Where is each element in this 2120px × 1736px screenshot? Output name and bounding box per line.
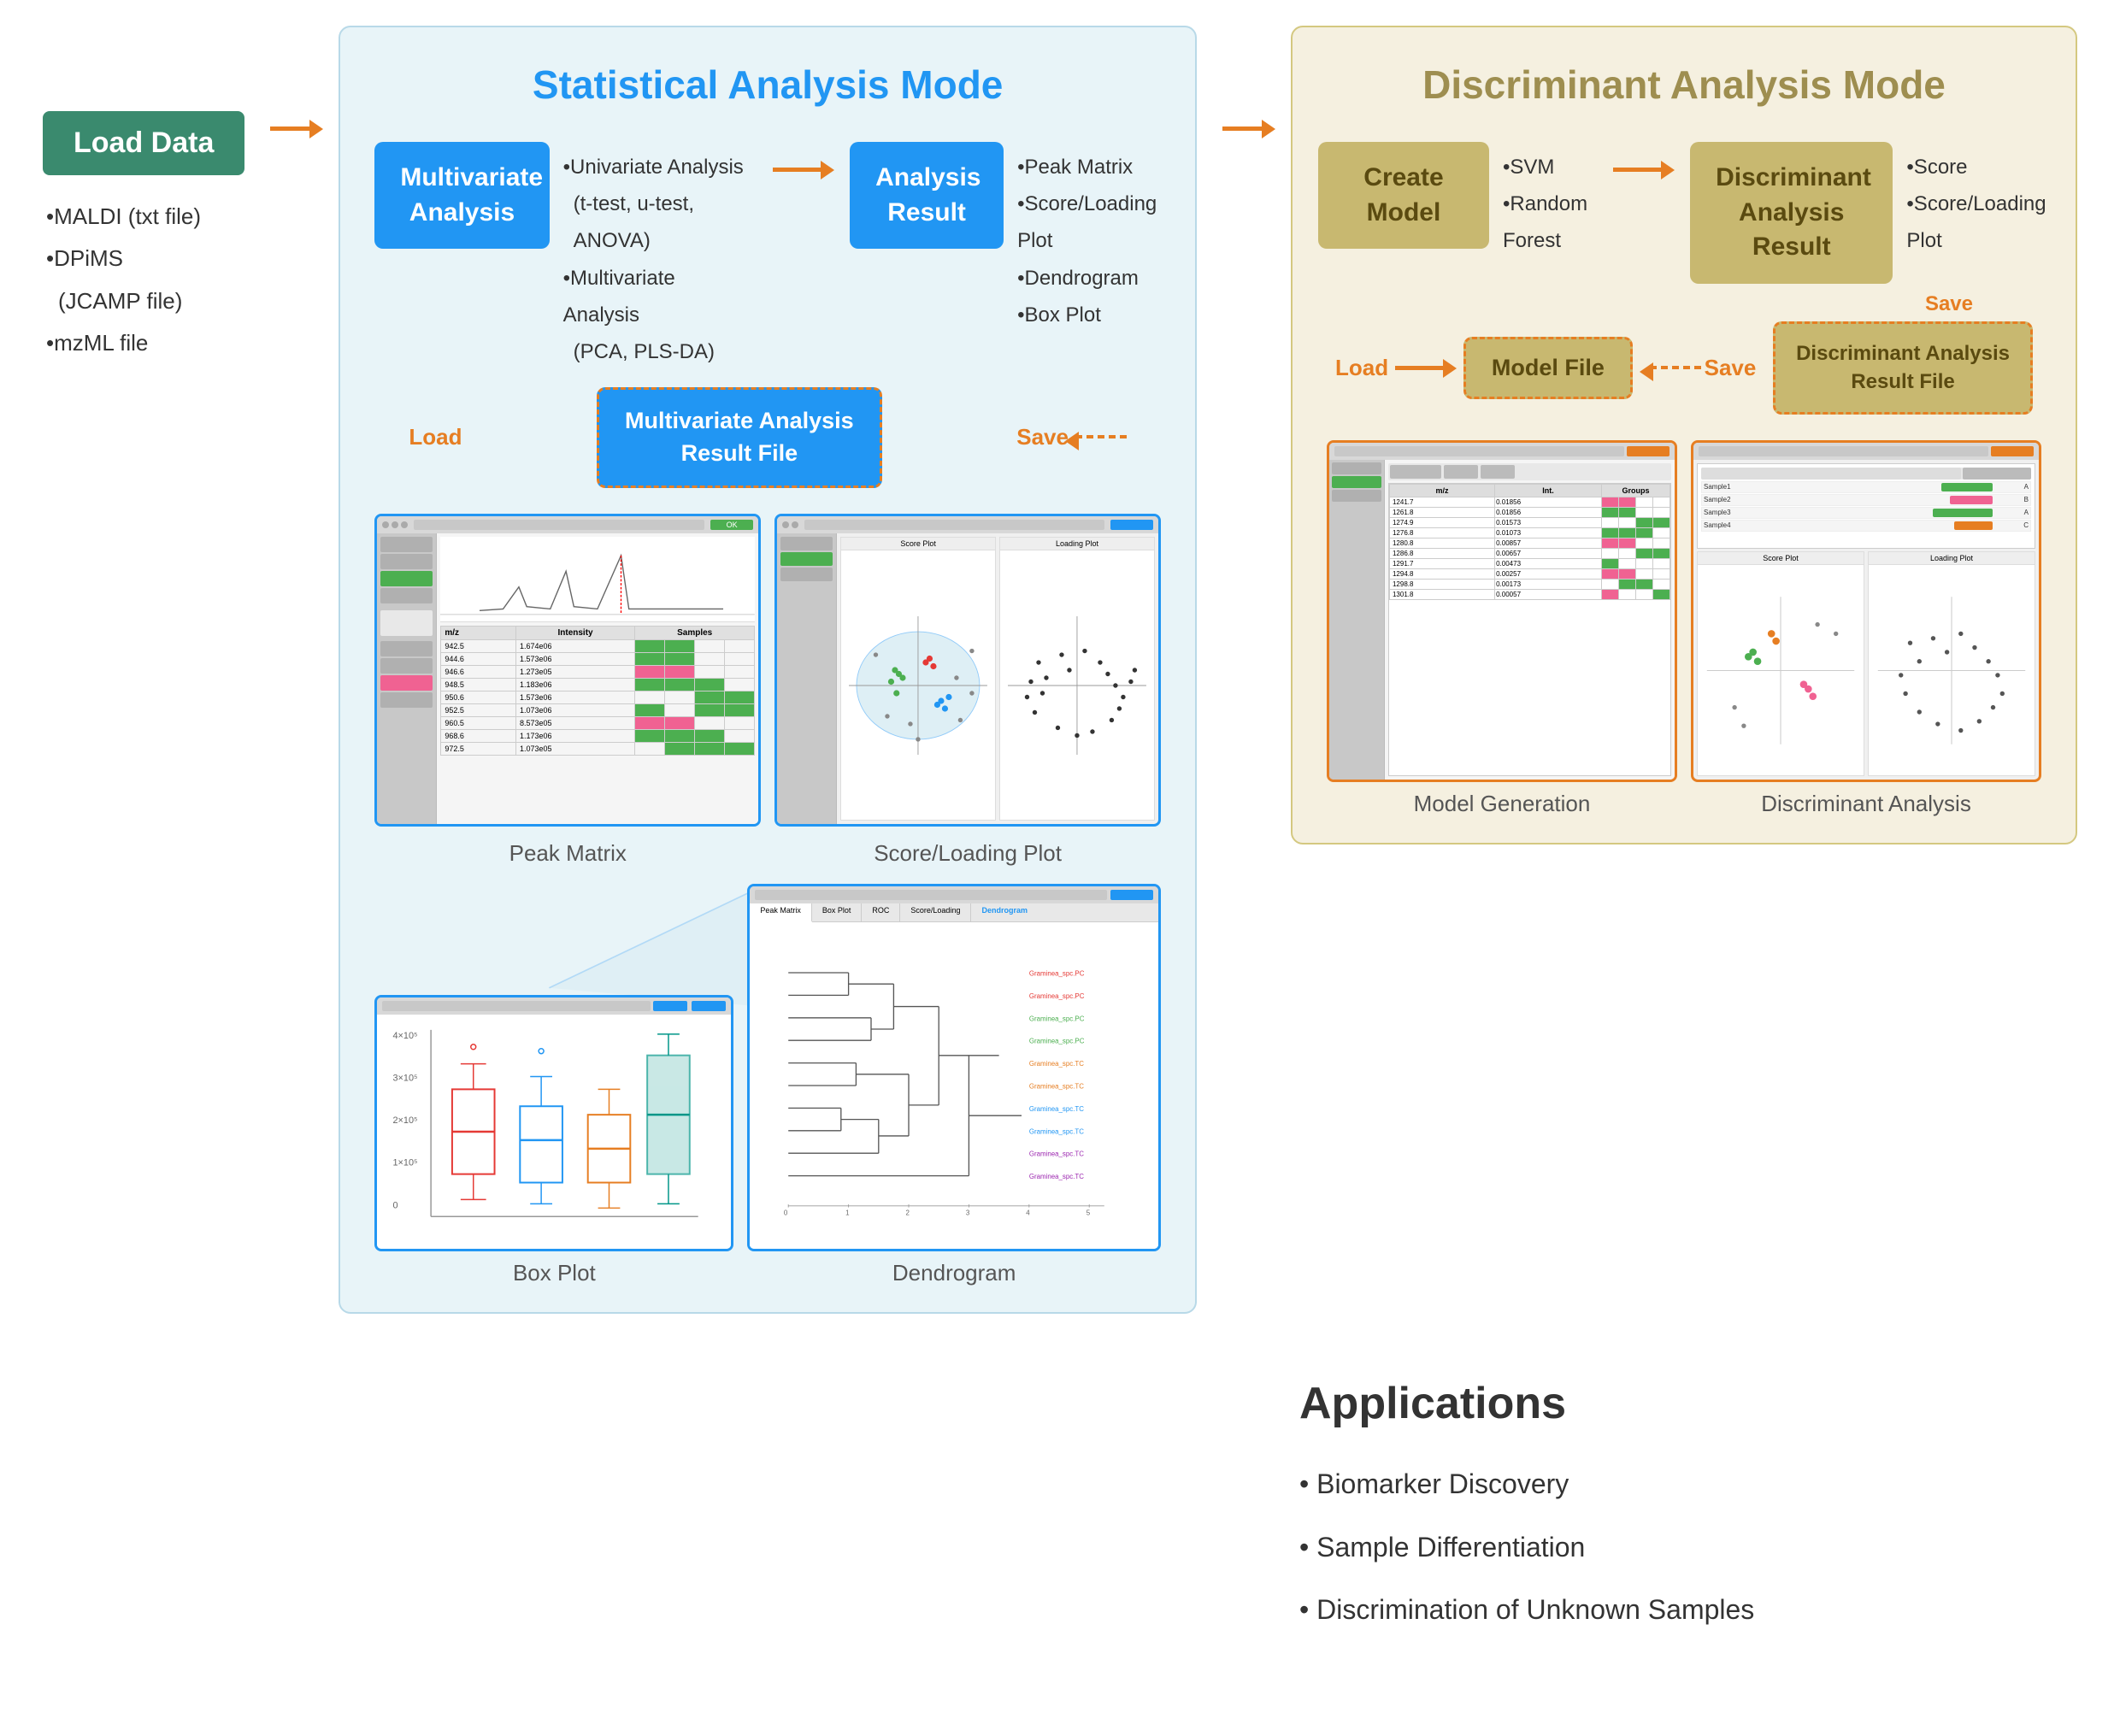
svg-text:Graminea_spc.PC: Graminea_spc.PC (1029, 1015, 1085, 1022)
load-data-item-4: •mzML file (46, 322, 201, 364)
svg-text:4×10⁵: 4×10⁵ (393, 1031, 418, 1041)
save-label-disc-top: Save (1925, 292, 1973, 316)
model-generation-screenshot: m/z Int. Groups 1241.70.01856 1261.80.01… (1327, 440, 1677, 782)
save-label-disc: Save (1705, 355, 1757, 381)
svg-text:Graminea_spc.TC: Graminea_spc.TC (1029, 1150, 1084, 1157)
model-generation-label: Model Generation (1414, 791, 1591, 817)
stat-screenshots-area: OK (374, 514, 1161, 1286)
svg-text:0: 0 (784, 1209, 788, 1216)
analysis-result-box[interactable]: AnalysisResult (850, 142, 1004, 249)
svg-text:Graminea_spc.TC: Graminea_spc.TC (1029, 1060, 1084, 1068)
svg-text:Graminea_spc.TC: Graminea_spc.TC (1029, 1127, 1084, 1135)
applications-title: Applications (1299, 1378, 2017, 1429)
disc-result-file-box[interactable]: Discriminant AnalysisResult File (1773, 321, 2033, 415)
load-data-item-2: •DPiMS (46, 238, 201, 280)
svg-text:1: 1 (845, 1209, 850, 1216)
disc-result-list: •Score •Score/Loading Plot (1906, 142, 2050, 260)
stat-panel-title: Statistical Analysis Mode (374, 62, 1161, 108)
app-item-1: • Biomarker Discovery (1299, 1453, 2017, 1516)
svg-text:3: 3 (966, 1209, 970, 1216)
svg-text:5: 5 (1086, 1209, 1091, 1216)
score-loading-screenshot: Score Plot (774, 514, 1161, 827)
create-model-list: •SVM •Random Forest (1503, 142, 1587, 260)
save-label-stat: Save (1016, 424, 1069, 450)
dendrogram-screenshot: Peak Matrix Box Plot ROC Score/Loading D… (747, 884, 1161, 1251)
load-label-stat: Load (409, 424, 462, 450)
load-data-list: •MALDI (txt file) •DPiMS (JCAMP file) •m… (43, 196, 201, 365)
box-plot-label: Box Plot (374, 1260, 733, 1286)
load-data-item-3: (JCAMP file) (46, 280, 201, 322)
applications-section: Applications • Biomarker Discovery • Sam… (1299, 1378, 2017, 1642)
result-file-box[interactable]: Multivariate AnalysisResult File (597, 387, 882, 488)
load-data-section: Load Data •MALDI (txt file) •DPiMS (JCAM… (43, 26, 244, 365)
disc-analysis-label: Discriminant Analysis (1761, 791, 1971, 817)
load-label-disc: Load (1335, 355, 1388, 381)
svg-text:2×10⁵: 2×10⁵ (393, 1115, 418, 1126)
app-item-2: • Sample Differentiation (1299, 1516, 2017, 1580)
applications-list: • Biomarker Discovery • Sample Different… (1299, 1453, 2017, 1642)
svg-text:4: 4 (1027, 1209, 1031, 1216)
analysis-result-list: •Peak Matrix •Score/Loading Plot •Dendro… (1017, 142, 1161, 333)
stat-panel: Statistical Analysis Mode MultivariateAn… (339, 26, 1197, 1314)
svg-text:Graminea_spc.TC: Graminea_spc.TC (1029, 1082, 1084, 1090)
load-data-box[interactable]: Load Data (43, 111, 244, 175)
load-data-item-1: •MALDI (txt file) (46, 196, 201, 238)
score-loading-label: Score/Loading Plot (774, 840, 1161, 867)
svg-text:2: 2 (906, 1209, 910, 1216)
peak-matrix-label: Peak Matrix (374, 840, 761, 867)
box-plot-screenshot: 4×10⁵ 3×10⁵ 2×10⁵ 1×10⁵ 0 (374, 995, 733, 1251)
multivariate-analysis-box[interactable]: MultivariateAnalysis (374, 142, 549, 249)
disc-panel-title: Discriminant Analysis Mode (1327, 62, 2041, 108)
svg-text:3×10⁵: 3×10⁵ (393, 1073, 418, 1083)
model-generation-wrapper: m/z Int. Groups 1241.70.01856 1261.80.01… (1327, 440, 1677, 817)
disc-analysis-screenshot: Sample1 A Sample2 B (1691, 440, 2041, 782)
dendrogram-wrapper: Peak Matrix Box Plot ROC Score/Loading D… (747, 884, 1161, 1286)
svg-text:Graminea_spc.PC: Graminea_spc.PC (1029, 1037, 1085, 1045)
svg-text:0: 0 (393, 1200, 398, 1210)
app-item-3: • Discrimination of Unknown Samples (1299, 1579, 2017, 1642)
svg-text:1×10⁵: 1×10⁵ (393, 1157, 418, 1168)
disc-analysis-wrapper: Sample1 A Sample2 B (1691, 440, 2041, 817)
create-model-box[interactable]: Create Model (1318, 142, 1489, 249)
multivariate-analysis-list: •Univariate Analysis (t-test, u-test, AN… (563, 142, 747, 370)
dendrogram-label: Dendrogram (747, 1260, 1161, 1286)
svg-text:Graminea_spc.TC: Graminea_spc.TC (1029, 1173, 1084, 1180)
svg-text:Graminea_spc.PC: Graminea_spc.PC (1029, 969, 1085, 977)
peak-matrix-screenshot: OK (374, 514, 761, 827)
model-file-box[interactable]: Model File (1463, 337, 1633, 399)
disc-panel: Discriminant Analysis Mode Create Model … (1291, 26, 2077, 844)
box-plot-wrapper: 4×10⁵ 3×10⁵ 2×10⁵ 1×10⁵ 0 (374, 995, 733, 1286)
disc-result-box[interactable]: DiscriminantAnalysis Result (1690, 142, 1893, 284)
svg-text:Graminea_spc.TC: Graminea_spc.TC (1029, 1105, 1084, 1113)
svg-text:Graminea_spc.PC: Graminea_spc.PC (1029, 992, 1085, 1000)
